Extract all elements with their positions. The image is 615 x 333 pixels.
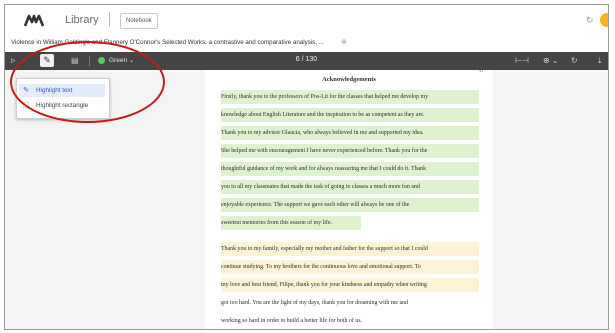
text-line: got too hard. You are the light of my da… [221, 300, 408, 306]
close-tab-icon[interactable]: ⊗ [341, 38, 347, 46]
sync-icon[interactable]: ↻ [586, 15, 594, 26]
header-divider [109, 12, 110, 27]
text-line: sweetest memories from this season of my… [221, 216, 361, 230]
text-line: knowledge about English Literature and t… [221, 108, 479, 122]
text-line: enjoyable experience. The support we gav… [221, 198, 479, 212]
text-line: Thank you to my family, especially my mo… [221, 242, 479, 256]
text-line: thoughtful guidance of my work and for a… [221, 162, 479, 176]
text-line: my love and best friend, Filipe, thank y… [221, 278, 479, 292]
page-heading: Acknowledgements [322, 76, 376, 83]
text-line: working so hard in order to build a bett… [221, 318, 363, 324]
page-number: vi [479, 69, 483, 74]
text-line: Firstly, thank you to the professors of … [221, 90, 479, 104]
app-window: Library Notebook ↻ Violence in William G… [4, 4, 609, 330]
annotation-circle [10, 41, 165, 123]
text-line: continue studying. To my brothers for th… [221, 260, 479, 274]
app-logo-icon[interactable] [23, 13, 45, 27]
fit-width-icon[interactable]: ⊢⊣ [515, 55, 529, 66]
zoom-icon[interactable]: ⊕ ⌄ [543, 55, 559, 66]
text-line: Thank you to my advisor Glaucia, who alw… [221, 126, 479, 140]
rotate-icon[interactable]: ↻ [571, 55, 578, 66]
text-line: She helped me with encouragement I have … [221, 144, 479, 158]
library-nav-link[interactable]: Library [65, 14, 99, 26]
download-icon[interactable]: ⤓ [598, 55, 602, 66]
avatar[interactable] [600, 13, 608, 27]
pdf-page[interactable]: vi Acknowledgements Firstly, thank you t… [205, 69, 493, 329]
notebook-button[interactable]: Notebook [120, 13, 158, 29]
app-header: Library Notebook ↻ [5, 5, 608, 37]
text-line: you to all my classmates that made the t… [221, 180, 479, 194]
